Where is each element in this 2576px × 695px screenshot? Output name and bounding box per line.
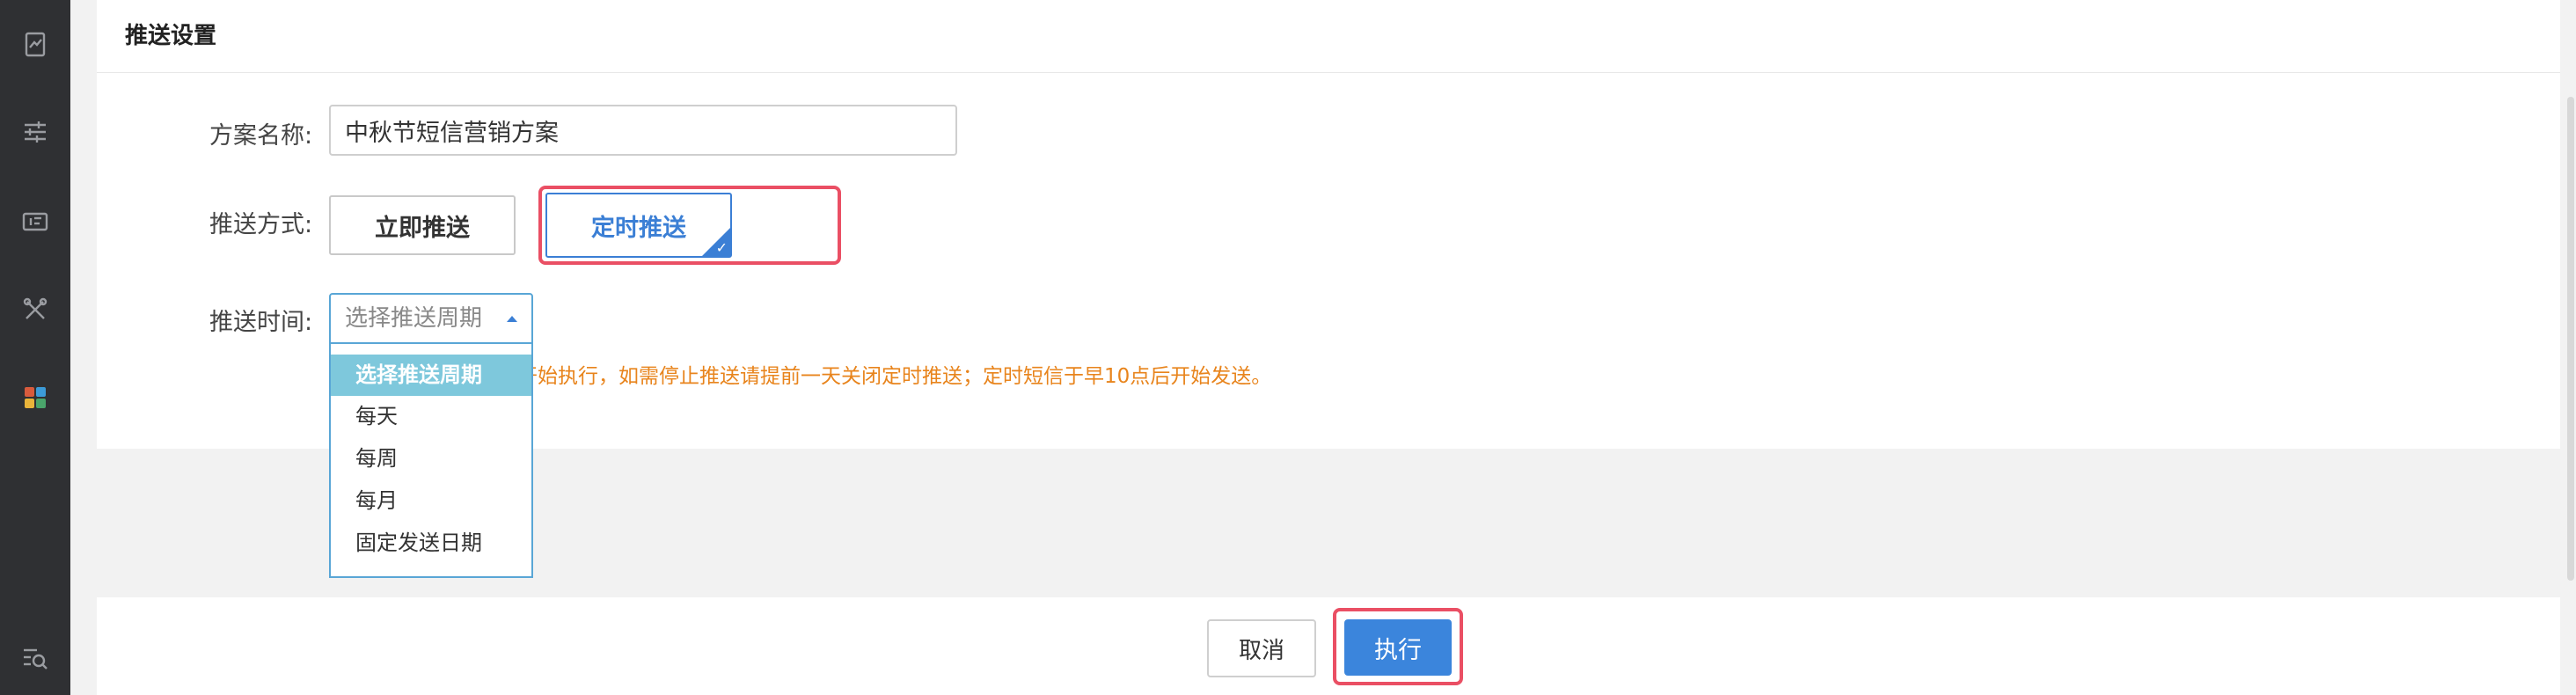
caret-up-icon [507,316,517,322]
push-period-select[interactable]: 选择推送周期 [329,293,533,344]
scrollbar[interactable] [2567,97,2574,581]
push-period-placeholder: 选择推送周期 [345,305,483,332]
push-settings-panel: 推送设置 方案名称: 推送方式: 立即推送 定时推送 ✓ 推送时间: 选择推送周… [97,0,2560,578]
execute-button[interactable]: 执行 [1344,619,1452,676]
push-now-button[interactable]: 立即推送 [329,195,516,255]
panel-title: 推送设置 [125,23,217,49]
scheduled-push-label: 定时推送 [591,214,686,242]
check-icon: ✓ [715,239,728,256]
dropdown-option[interactable]: 选择推送周期 [331,355,531,396]
dropdown-option[interactable]: 固定发送日期 [331,523,531,564]
plan-name-label: 方案名称: [209,122,313,150]
apps-icon[interactable] [18,380,53,415]
dropdown-option[interactable]: 每周 [331,438,531,479]
sidebar [0,0,70,695]
schedule-hint-text: 开始执行，如需停止推送请提前一天关闭定时推送；定时短信于早10点后开始发送。 [517,365,1272,388]
cancel-button[interactable]: 取消 [1207,619,1316,677]
coupon-icon[interactable] [18,204,53,239]
plan-name-input[interactable] [329,105,957,156]
dropdown-option[interactable]: 每天 [331,396,531,437]
panel-header: 推送设置 [97,0,2560,73]
dropdown-option[interactable]: 每月 [331,480,531,522]
tools-icon[interactable] [18,292,53,327]
sliders-icon[interactable] [18,114,53,150]
search-list-icon[interactable] [18,640,53,676]
scheduled-push-button[interactable]: 定时推送 ✓ [545,193,732,258]
report-icon[interactable] [18,26,53,62]
push-time-label: 推送时间: [209,309,313,336]
push-method-label: 推送方式: [209,211,313,238]
push-period-dropdown: 选择推送周期 每天 每周 每月 固定发送日期 [329,344,533,578]
footer-bar: 取消 执行 [97,597,2560,695]
